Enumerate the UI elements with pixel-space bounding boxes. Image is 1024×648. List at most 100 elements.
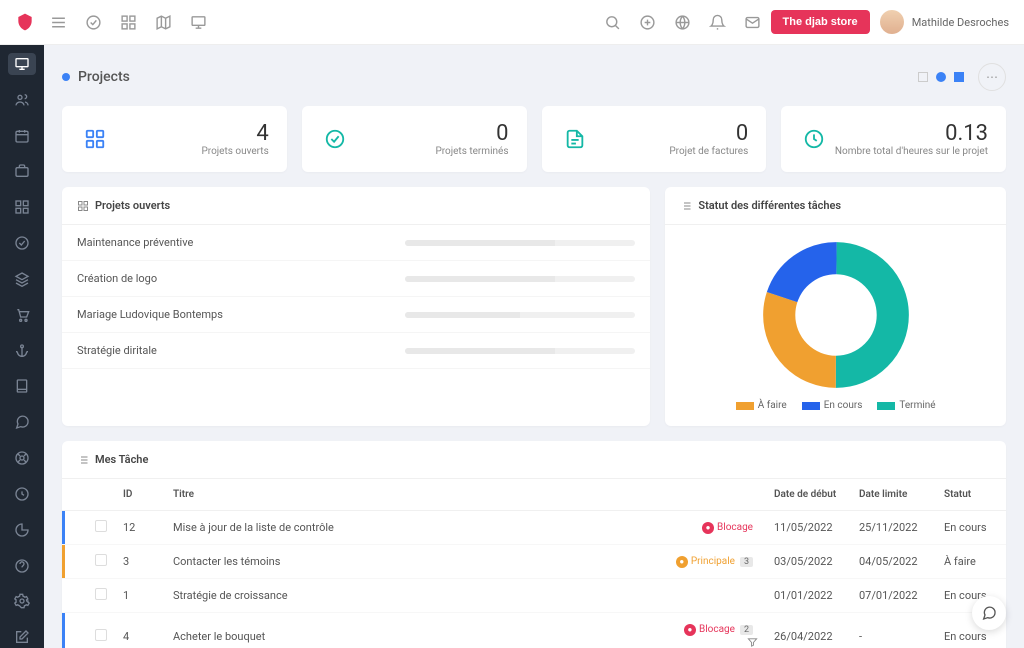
col-due[interactable]: Date limite: [851, 479, 936, 511]
task-row[interactable]: 12Mise à jour de la liste de contrôle●Bl…: [62, 511, 1006, 545]
col-status[interactable]: Statut: [936, 479, 1006, 511]
user-menu[interactable]: Mathilde Desroches: [880, 10, 1009, 34]
task-start: 11/05/2022: [766, 511, 851, 545]
nav-layers[interactable]: [8, 268, 36, 290]
map-icon[interactable]: [155, 14, 172, 31]
checkbox[interactable]: [95, 629, 107, 641]
card-title: Statut des différentes tâches: [698, 199, 841, 212]
tasks-table: ID Titre Date de début Date limite Statu…: [62, 479, 1006, 648]
project-name: Maintenance préventive: [77, 236, 405, 249]
monitor-icon[interactable]: [190, 14, 207, 31]
project-name: Stratégie diritale: [77, 344, 405, 357]
status-card: Statut des différentes tâches À faireEn …: [665, 187, 1006, 426]
list-icon: [680, 200, 692, 212]
checkbox[interactable]: [95, 588, 107, 600]
nav-cart[interactable]: [8, 304, 36, 326]
task-row[interactable]: 4Acheter le bouquet●Blocage226/04/2022-E…: [62, 613, 1006, 648]
project-row[interactable]: Mariage Ludovique Bontemps: [62, 297, 650, 333]
legend-item: À faire: [736, 400, 787, 411]
view-circle[interactable]: [936, 72, 946, 82]
nav-apps[interactable]: [8, 196, 36, 218]
grid-icon[interactable]: [120, 14, 137, 31]
task-start: 26/04/2022: [766, 613, 851, 648]
progress-bar: [405, 312, 635, 318]
plus-circle-icon[interactable]: [639, 14, 656, 31]
menu-icon[interactable]: [50, 14, 67, 31]
donut-chart: À faireEn coursTerminé: [665, 225, 1006, 426]
col-title[interactable]: Titre: [165, 479, 663, 511]
check-icon: [320, 124, 350, 154]
task-id: 4: [115, 613, 165, 648]
col-start[interactable]: Date de début: [766, 479, 851, 511]
stat-label: Projet de factures: [669, 146, 748, 157]
task-due: 07/01/2022: [851, 579, 936, 613]
nav-briefcase[interactable]: [8, 160, 36, 182]
project-row[interactable]: Maintenance préventive: [62, 225, 650, 261]
task-start: 01/01/2022: [766, 579, 851, 613]
stats-row: 4Projets ouverts 0Projets terminés 0Proj…: [62, 106, 1006, 172]
nav-anchor[interactable]: [8, 340, 36, 362]
checkbox[interactable]: [95, 520, 107, 532]
page-indicator-dot: [62, 73, 70, 81]
stat-label: Projets ouverts: [201, 146, 268, 157]
stat-value: 0: [435, 121, 508, 146]
view-outline[interactable]: [918, 72, 928, 82]
avatar: [880, 10, 904, 34]
project-row[interactable]: Stratégie diritale: [62, 333, 650, 369]
topbar-left-icons: [50, 14, 207, 31]
view-square[interactable]: [954, 72, 964, 82]
task-title: Mise à jour de la liste de contrôle: [165, 511, 663, 545]
nav-help[interactable]: [8, 555, 36, 577]
search-icon[interactable]: [604, 14, 621, 31]
topbar-right-icons: [604, 14, 761, 31]
globe-icon[interactable]: [674, 14, 691, 31]
col-id[interactable]: ID: [115, 479, 165, 511]
task-title: Contacter les témoins: [165, 545, 663, 579]
file-icon: [560, 124, 590, 154]
checkbox[interactable]: [95, 554, 107, 566]
project-name: Création de logo: [77, 272, 405, 285]
store-button[interactable]: The djab store: [771, 10, 870, 34]
nav-support[interactable]: [8, 447, 36, 469]
card-header: Projets ouverts: [62, 187, 650, 225]
stat-open-projects: 4Projets ouverts: [62, 106, 287, 172]
nav-chat[interactable]: [8, 411, 36, 433]
chat-fab[interactable]: [972, 596, 1006, 630]
nav-dashboard[interactable]: [8, 53, 36, 75]
bell-icon[interactable]: [709, 14, 726, 31]
task-due: 25/11/2022: [851, 511, 936, 545]
main-content: Projects ⋯ 4Projets ouverts 0Projets ter…: [44, 45, 1024, 648]
task-status: À faire: [936, 545, 1006, 579]
more-button[interactable]: ⋯: [978, 63, 1006, 91]
task-id: 1: [115, 579, 165, 613]
stat-hours: 0.13Nombre total d'heures sur le projet: [781, 106, 1006, 172]
nav-logout[interactable]: [8, 483, 36, 505]
progress-bar: [405, 276, 635, 282]
task-row[interactable]: 1Stratégie de croissance 01/01/202207/01/…: [62, 579, 1006, 613]
nav-calendar[interactable]: [8, 125, 36, 147]
project-row[interactable]: Création de logo: [62, 261, 650, 297]
task-title: Stratégie de croissance: [165, 579, 663, 613]
nav-edit[interactable]: [8, 626, 36, 648]
progress-bar: [405, 348, 635, 354]
nav-users[interactable]: [8, 89, 36, 111]
open-projects-card: Projets ouverts Maintenance préventive Cr…: [62, 187, 650, 426]
grid-icon: [80, 124, 110, 154]
mail-icon[interactable]: [744, 14, 761, 31]
stat-label: Nombre total d'heures sur le projet: [835, 146, 988, 157]
stat-completed-projects: 0Projets terminés: [302, 106, 527, 172]
list-icon: [77, 454, 89, 466]
task-row[interactable]: 3Contacter les témoins●Principale303/05/…: [62, 545, 1006, 579]
checkmark-icon[interactable]: [85, 14, 102, 31]
user-name: Mathilde Desroches: [912, 16, 1009, 29]
view-controls: ⋯: [918, 63, 1006, 91]
task-status: En cours: [936, 511, 1006, 545]
page-header: Projects ⋯: [62, 63, 1006, 91]
card-header: Statut des différentes tâches: [665, 187, 1006, 225]
stat-invoices: 0Projet de factures: [542, 106, 767, 172]
stat-value: 0: [669, 121, 748, 146]
nav-clock[interactable]: [8, 519, 36, 541]
nav-book[interactable]: [8, 375, 36, 397]
nav-settings[interactable]: [8, 590, 36, 612]
nav-check[interactable]: [8, 232, 36, 254]
